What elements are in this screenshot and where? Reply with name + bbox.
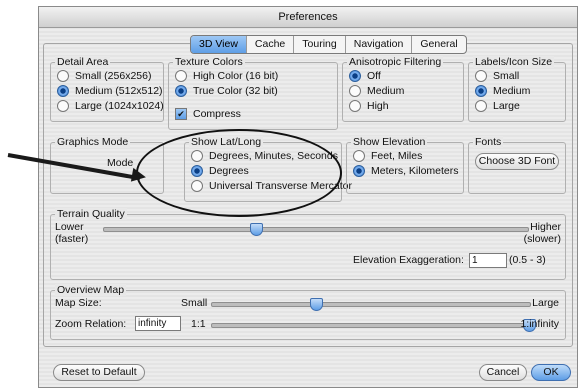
radio-icon[interactable] [353, 150, 365, 162]
tab-3d-view[interactable]: 3D View [191, 36, 247, 53]
terrain-higher-label: Higher [530, 221, 561, 233]
terrain-slower-label: (slower) [523, 233, 561, 245]
annotation-ellipse [136, 129, 342, 217]
labels-icon-size-group: Labels/Icon Size Small Medium Large [468, 56, 566, 122]
show-elevation-legend: Show Elevation [351, 136, 428, 148]
detail-large-option[interactable]: Large (1024x1024) [57, 100, 164, 112]
radio-icon[interactable] [349, 70, 361, 82]
show-elevation-group: Show Elevation Feet, Miles Meters, Kilom… [346, 136, 464, 194]
radio-icon[interactable] [353, 165, 365, 177]
radio-icon[interactable] [57, 85, 69, 97]
anisotropic-group: Anisotropic Filtering Off Medium High [342, 56, 464, 122]
detail-area-group: Detail Area Small (256x256) Medium (512x… [50, 56, 164, 122]
aniso-medium-option[interactable]: Medium [349, 85, 404, 97]
elevation-feet-option[interactable]: Feet, Miles [353, 150, 422, 162]
terrain-faster-label: (faster) [55, 233, 89, 245]
zoom-relation-label: Zoom Relation: [55, 318, 127, 330]
tab-navigation[interactable]: Navigation [346, 36, 413, 53]
anisotropic-legend: Anisotropic Filtering [347, 56, 444, 68]
map-size-slider[interactable] [211, 302, 531, 307]
aniso-high-option[interactable]: High [349, 100, 389, 112]
map-size-small-label: Small [181, 297, 208, 309]
overview-map-group: Overview Map Map Size: Small Large Zoom … [50, 284, 566, 340]
zoom-relation-slider[interactable] [211, 323, 531, 328]
tab-touring[interactable]: Touring [294, 36, 346, 53]
radio-icon[interactable] [57, 70, 69, 82]
fonts-legend: Fonts [473, 136, 504, 148]
detail-small-option[interactable]: Small (256x256) [57, 70, 151, 82]
radio-icon[interactable] [57, 100, 69, 112]
graphics-mode-option[interactable]: Mode [107, 157, 133, 169]
zoom-low-label: 1:1 [191, 318, 206, 330]
terrain-quality-legend: Terrain Quality [55, 208, 127, 220]
labels-large-option[interactable]: Large [475, 100, 520, 112]
checkmark-icon[interactable]: ✔ [175, 108, 187, 120]
elevation-meters-option[interactable]: Meters, Kilometers [353, 165, 459, 177]
overview-map-legend: Overview Map [55, 284, 127, 296]
tab-general[interactable]: General [412, 36, 465, 53]
zoom-high-label: 1:infinity [520, 318, 559, 330]
elevation-exaggeration-field[interactable]: 1 [469, 253, 507, 268]
reset-to-default-button[interactable]: Reset to Default [53, 364, 145, 381]
radio-icon[interactable] [475, 100, 487, 112]
radio-icon[interactable] [475, 85, 487, 97]
map-size-large-label: Large [532, 297, 559, 309]
radio-icon[interactable] [349, 85, 361, 97]
elevation-exaggeration-label: Elevation Exaggeration: [353, 254, 464, 266]
graphics-mode-legend: Graphics Mode [55, 136, 131, 148]
labels-small-option[interactable]: Small [475, 70, 519, 82]
annotation-arrow-head-icon [130, 167, 148, 185]
map-size-slider-thumb[interactable] [309, 298, 323, 311]
texture-high-color-option[interactable]: High Color (16 bit) [175, 70, 278, 82]
fonts-group: Fonts Choose 3D Font [468, 136, 566, 194]
detail-medium-option[interactable]: Medium (512x512) [57, 85, 163, 97]
radio-icon[interactable] [475, 70, 487, 82]
cancel-button[interactable]: Cancel [479, 364, 527, 381]
texture-colors-group: Texture Colors High Color (16 bit) True … [168, 56, 338, 130]
aniso-off-option[interactable]: Off [349, 70, 381, 82]
zoom-relation-field[interactable]: infinity [135, 316, 181, 331]
texture-true-color-option[interactable]: True Color (32 bit) [175, 85, 278, 97]
terrain-lower-label: Lower [55, 221, 84, 233]
radio-icon[interactable] [349, 100, 361, 112]
ok-button[interactable]: OK [531, 364, 571, 381]
window-title: Preferences [39, 7, 577, 28]
texture-colors-legend: Texture Colors [173, 56, 245, 68]
terrain-quality-slider-thumb[interactable] [249, 223, 263, 236]
choose-3d-font-button[interactable]: Choose 3D Font [475, 153, 559, 170]
elevation-range-label: (0.5 - 3) [509, 254, 546, 266]
detail-area-legend: Detail Area [55, 56, 111, 68]
labels-medium-option[interactable]: Medium [475, 85, 530, 97]
map-size-label: Map Size: [55, 297, 102, 309]
radio-icon[interactable] [175, 85, 187, 97]
terrain-quality-slider[interactable] [103, 227, 529, 232]
labels-icon-legend: Labels/Icon Size [473, 56, 555, 68]
compress-checkbox[interactable]: ✔ Compress [175, 108, 241, 120]
tab-bar: 3D View Cache Touring Navigation General [190, 35, 467, 54]
terrain-quality-group: Terrain Quality Lower (faster) Higher (s… [50, 208, 566, 280]
radio-icon[interactable] [175, 70, 187, 82]
tab-cache[interactable]: Cache [247, 36, 295, 53]
